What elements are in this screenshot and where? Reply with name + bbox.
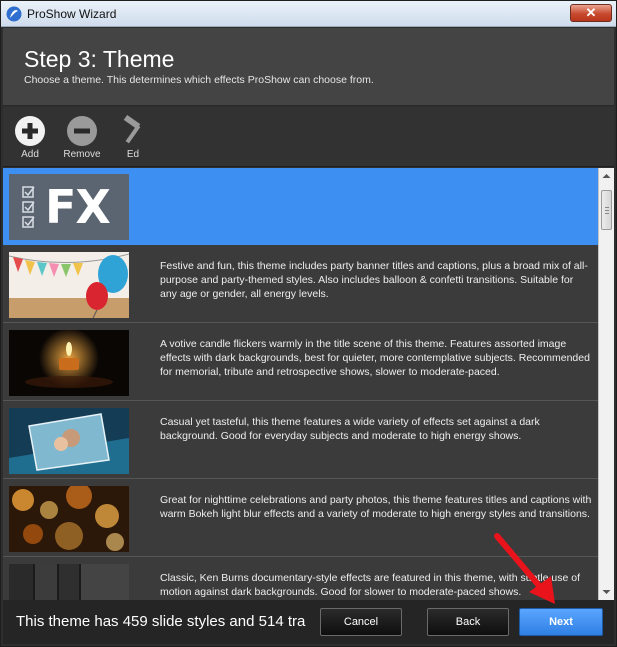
theme-description: A votive candle flickers warmly in the t… bbox=[160, 338, 590, 378]
edit-label: Ed bbox=[126, 149, 140, 160]
casual-photo-thumbnail bbox=[9, 408, 129, 474]
scroll-down-arrow-icon[interactable] bbox=[599, 584, 614, 600]
theme-row-candle[interactable]: A votive candle flickers warmly in the t… bbox=[3, 324, 598, 401]
scrollbar-thumb[interactable] bbox=[601, 190, 612, 230]
edit-theme-button[interactable]: Ed bbox=[109, 115, 157, 160]
cancel-button[interactable]: Cancel bbox=[320, 608, 402, 636]
window-title: ProShow Wizard bbox=[27, 7, 117, 21]
theme-status-text: This theme has 459 slide styles and 514 … bbox=[16, 613, 306, 630]
add-icon bbox=[15, 116, 45, 146]
step-title: Step 3: Theme bbox=[24, 46, 175, 72]
scroll-up-arrow-icon[interactable] bbox=[599, 168, 614, 184]
theme-toolbar: Add Remove Ed bbox=[3, 107, 614, 167]
wizard-header: Step 3: Theme Choose a theme. This deter… bbox=[3, 28, 614, 106]
documentary-thumbnail bbox=[9, 564, 129, 600]
fx-thumbnail: FX bbox=[9, 174, 129, 240]
remove-icon bbox=[67, 116, 97, 146]
add-theme-button[interactable]: Add bbox=[7, 115, 53, 160]
theme-row-party[interactable]: Festive and fun, this theme includes par… bbox=[3, 246, 598, 323]
theme-description: Great for nighttime celebrations and par… bbox=[160, 494, 592, 520]
theme-list-scrollbar[interactable] bbox=[598, 168, 614, 600]
add-label: Add bbox=[21, 149, 39, 160]
title-bar[interactable]: ProShow Wizard ✕ bbox=[1, 1, 616, 27]
theme-row-fx[interactable]: FX bbox=[3, 168, 598, 245]
party-balloon-thumbnail bbox=[9, 252, 129, 318]
hammer-icon bbox=[123, 115, 141, 144]
next-button[interactable]: Next bbox=[519, 608, 603, 636]
remove-label: Remove bbox=[63, 149, 101, 160]
back-button[interactable]: Back bbox=[427, 608, 509, 636]
wizard-footer: This theme has 459 slide styles and 514 … bbox=[3, 600, 614, 644]
theme-description: Casual yet tasteful, this theme features… bbox=[160, 416, 540, 442]
theme-row-casual[interactable]: Casual yet tasteful, this theme features… bbox=[3, 402, 598, 479]
fx-thumbnail-text: FX bbox=[45, 180, 111, 234]
theme-row-bokeh[interactable]: Great for nighttime celebrations and par… bbox=[3, 480, 598, 557]
theme-list: FX Festive and fun, this theme includes … bbox=[3, 168, 598, 600]
candle-thumbnail bbox=[9, 330, 129, 396]
proshow-wizard-window: ProShow Wizard ✕ Step 3: Theme Choose a … bbox=[0, 0, 617, 647]
bokeh-thumbnail bbox=[9, 486, 129, 552]
theme-description: Classic, Ken Burns documentary-style eff… bbox=[160, 572, 581, 598]
close-button[interactable]: ✕ bbox=[570, 4, 612, 22]
remove-theme-button[interactable]: Remove bbox=[59, 115, 105, 160]
step-subtitle: Choose a theme. This determines which ef… bbox=[24, 74, 374, 86]
theme-row-documentary[interactable]: Classic, Ken Burns documentary-style eff… bbox=[3, 558, 598, 600]
theme-description: Festive and fun, this theme includes par… bbox=[160, 260, 588, 300]
proshow-app-icon bbox=[6, 6, 22, 22]
